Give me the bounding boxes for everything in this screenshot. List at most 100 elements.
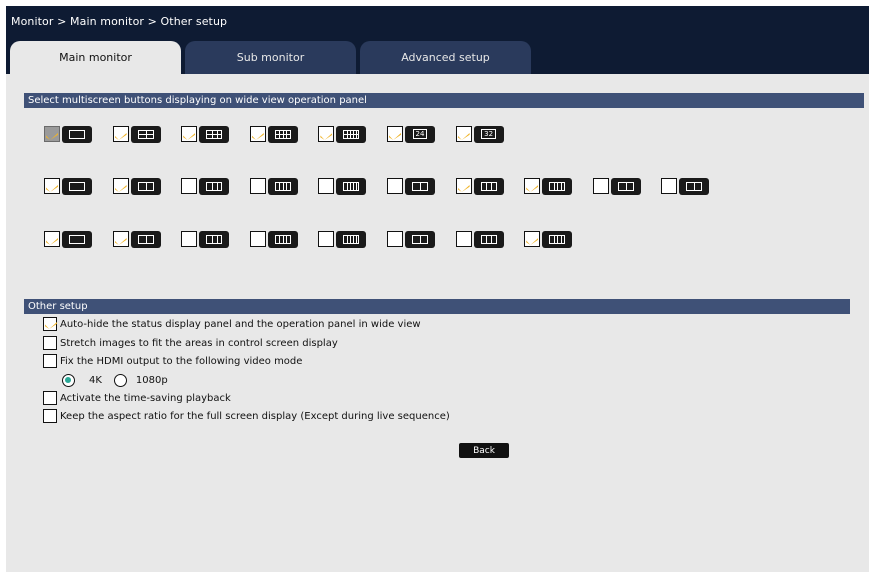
multiscreen-checkbox[interactable]	[524, 178, 541, 194]
multiscreen-checkbox[interactable]	[249, 178, 266, 194]
tab-advanced-setup[interactable]: Advanced setup	[360, 41, 531, 74]
multiscreen-layout-button[interactable]	[130, 230, 161, 248]
back-button[interactable]: Back	[459, 443, 509, 458]
multiscreen-checkbox[interactable]	[661, 178, 678, 194]
radio-4k[interactable]	[62, 373, 75, 387]
multiscreen-checkbox[interactable]	[455, 126, 472, 142]
multiscreen-checkbox[interactable]	[318, 126, 335, 142]
multiscreen-checkbox	[44, 126, 60, 142]
multiscreen-layout-button[interactable]	[199, 125, 230, 143]
multiscreen-checkbox[interactable]	[455, 178, 472, 194]
multiscreen-layout-button[interactable]	[267, 230, 298, 248]
multiscreen-option[interactable]	[112, 177, 161, 195]
multiscreen-layout-button[interactable]	[473, 177, 504, 195]
multiscreen-section-heading: Select multiscreen buttons displaying on…	[24, 93, 864, 108]
multiscreen-checkbox[interactable]	[455, 231, 472, 247]
multiscreen-layout-button[interactable]	[473, 230, 504, 248]
multiscreen-option[interactable]	[661, 177, 710, 195]
multiscreen-checkbox[interactable]	[44, 231, 60, 247]
twelve-screen-icon	[274, 129, 291, 139]
multiscreen-checkbox[interactable]	[112, 231, 129, 247]
multiscreen-option[interactable]	[181, 230, 230, 248]
aspect-ratio-checkbox[interactable]	[43, 409, 57, 423]
multiscreen-option[interactable]	[524, 177, 573, 195]
multiscreen-option[interactable]	[181, 177, 230, 195]
multiscreen-option[interactable]	[44, 177, 92, 195]
multiscreen-option[interactable]	[44, 230, 92, 248]
multiscreen-option[interactable]	[249, 230, 298, 248]
multiscreen-checkbox[interactable]	[112, 126, 129, 142]
multiscreen-checkbox[interactable]	[524, 231, 541, 247]
multiscreen-layout-button[interactable]	[336, 125, 367, 143]
center-split-icon	[412, 234, 428, 244]
multiscreen-option[interactable]	[387, 177, 435, 195]
multiscreen-option[interactable]	[455, 230, 504, 248]
multiscreen-checkbox[interactable]	[112, 178, 129, 194]
multiscreen-option[interactable]	[112, 125, 161, 143]
multiscreen-option[interactable]	[318, 125, 367, 143]
top-split-icon	[480, 234, 497, 244]
option-fix-hdmi[interactable]: Fix the HDMI output to the following vid…	[43, 353, 302, 369]
multiscreen-layout-button[interactable]	[199, 177, 230, 195]
option-aspect-ratio[interactable]: Keep the aspect ratio for the full scree…	[43, 408, 450, 424]
multiscreen-option[interactable]	[387, 230, 435, 248]
multiscreen-option[interactable]	[524, 230, 573, 248]
video-mode-radio-group: 4K 1080p	[62, 372, 168, 388]
multiscreen-option[interactable]: 24	[387, 125, 435, 143]
multiscreen-option[interactable]	[318, 177, 367, 195]
multiscreen-layout-button[interactable]	[542, 230, 573, 248]
multiscreen-layout-button[interactable]	[405, 230, 435, 248]
multiscreen-checkbox[interactable]	[318, 231, 335, 247]
multiscreen-layout-button[interactable]	[267, 125, 298, 143]
multiscreen-layout-button[interactable]	[62, 230, 92, 248]
time-saving-checkbox[interactable]	[43, 391, 57, 405]
multiscreen-layout-button[interactable]: 32	[473, 125, 504, 143]
multiscreen-checkbox[interactable]	[181, 178, 198, 194]
multiscreen-checkbox[interactable]	[387, 126, 403, 142]
multiscreen-option[interactable]	[249, 177, 298, 195]
multiscreen-option[interactable]	[44, 125, 92, 143]
fix-hdmi-checkbox[interactable]	[43, 354, 57, 368]
multiscreen-layout-button[interactable]: 24	[405, 125, 435, 143]
multiscreen-layout-button[interactable]	[130, 177, 161, 195]
multiscreen-layout-button[interactable]	[130, 125, 161, 143]
multiscreen-layout-button[interactable]	[405, 177, 435, 195]
multiscreen-checkbox[interactable]	[181, 231, 198, 247]
multiscreen-option[interactable]	[592, 177, 641, 195]
multiscreen-checkbox[interactable]	[249, 126, 266, 142]
multiscreen-layout-button[interactable]	[336, 230, 367, 248]
thirtytwo-screen-icon: 32	[481, 129, 497, 139]
multiscreen-option[interactable]	[455, 177, 504, 195]
multiscreen-layout-button[interactable]	[62, 177, 92, 195]
multiscreen-option[interactable]	[112, 230, 161, 248]
multiscreen-layout-button[interactable]	[199, 230, 230, 248]
tab-sub-monitor[interactable]: Sub monitor	[185, 41, 356, 74]
multiscreen-layout-button[interactable]	[267, 177, 298, 195]
multiscreen-checkbox[interactable]	[44, 178, 60, 194]
multiscreen-checkbox[interactable]	[318, 178, 335, 194]
two-split-icon	[69, 234, 85, 244]
option-auto-hide[interactable]: Auto-hide the status display panel and t…	[43, 316, 421, 332]
multiscreen-checkbox[interactable]	[249, 231, 266, 247]
option-time-saving[interactable]: Activate the time-saving playback	[43, 390, 231, 406]
auto-hide-checkbox[interactable]	[43, 317, 57, 331]
multiscreen-option[interactable]	[318, 230, 367, 248]
multiscreen-layout-button[interactable]	[610, 177, 641, 195]
multiscreen-option[interactable]	[249, 125, 298, 143]
multiscreen-option[interactable]	[181, 125, 230, 143]
multiscreen-layout-button[interactable]	[679, 177, 710, 195]
multiscreen-layout-button[interactable]	[62, 125, 92, 143]
three-split-icon	[137, 234, 154, 244]
multiscreen-checkbox[interactable]	[387, 178, 403, 194]
tab-main-monitor[interactable]: Main monitor	[10, 41, 181, 74]
option-stretch-images[interactable]: Stretch images to fit the areas in contr…	[43, 335, 338, 351]
multiscreen-layout-button[interactable]	[336, 177, 367, 195]
radio-1080p[interactable]	[113, 373, 127, 387]
stretch-images-checkbox[interactable]	[43, 336, 57, 350]
multiscreen-layout-button[interactable]	[542, 177, 573, 195]
multiscreen-checkbox[interactable]	[181, 126, 198, 142]
multiscreen-checkbox[interactable]	[387, 231, 403, 247]
radio-1080p-label: 1080p	[135, 374, 168, 386]
multiscreen-checkbox[interactable]	[592, 178, 609, 194]
multiscreen-option[interactable]: 32	[455, 125, 504, 143]
